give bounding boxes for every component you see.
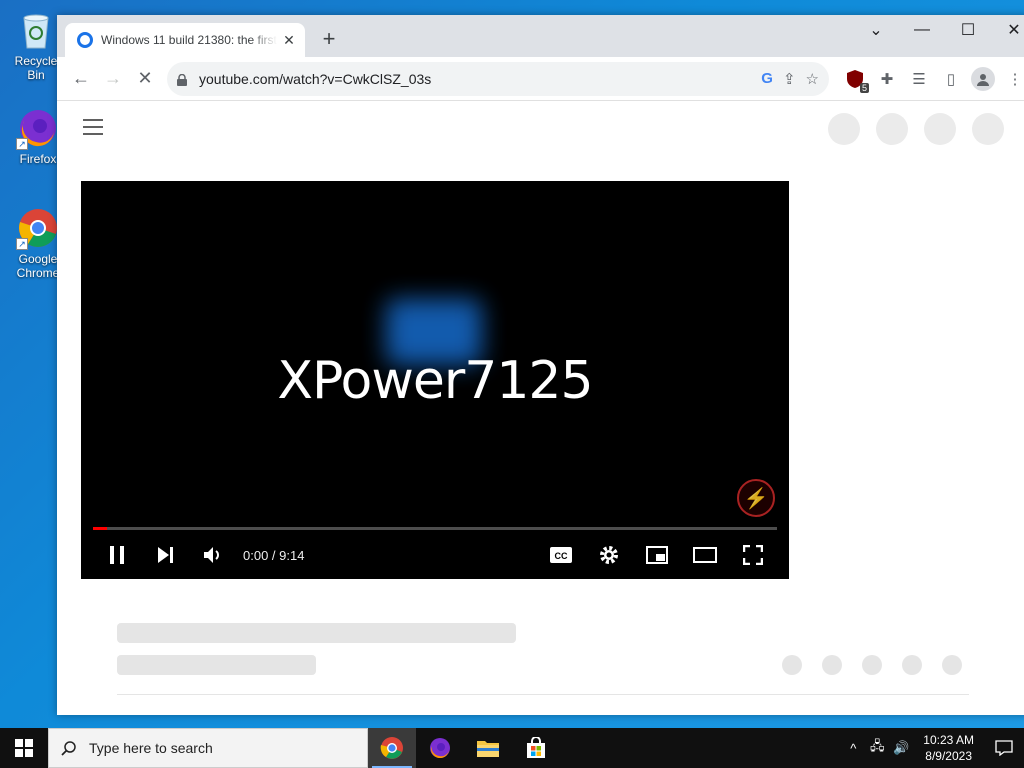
action-skeleton-dot bbox=[782, 655, 802, 675]
header-skeleton-circle bbox=[828, 113, 860, 145]
side-panel-icon[interactable]: ▯ bbox=[939, 67, 963, 91]
header-skeleton-circle bbox=[876, 113, 908, 145]
theater-mode-button[interactable] bbox=[681, 537, 729, 573]
new-tab-button[interactable]: + bbox=[317, 27, 341, 51]
maximize-button[interactable]: ☐ bbox=[945, 15, 991, 45]
stop-loading-button[interactable]: ✕ bbox=[129, 63, 161, 95]
back-button[interactable]: ← bbox=[65, 63, 97, 95]
system-tray: ^ 🖧 🔊 10:23 AM 8/9/2023 bbox=[841, 728, 1024, 768]
miniplayer-icon bbox=[646, 546, 668, 564]
pause-icon bbox=[110, 546, 124, 564]
taskbar-firefox[interactable] bbox=[416, 728, 464, 768]
minimize-button[interactable]: — bbox=[899, 15, 945, 45]
share-icon[interactable]: ⇪ bbox=[783, 70, 796, 88]
windows-logo-icon bbox=[15, 739, 33, 757]
tab-close-icon[interactable]: ✕ bbox=[281, 32, 297, 49]
action-skeleton-dot bbox=[942, 655, 962, 675]
lock-icon bbox=[177, 73, 187, 86]
chrome-icon bbox=[380, 737, 403, 759]
closed-captions-icon: CC bbox=[550, 547, 572, 563]
fullscreen-icon bbox=[743, 545, 763, 565]
clock-date: 8/9/2023 bbox=[925, 749, 972, 763]
extension-badge: 5 bbox=[859, 82, 869, 93]
profile-avatar-icon[interactable] bbox=[971, 66, 995, 91]
shortcut-arrow-icon: ↗ bbox=[16, 238, 28, 250]
player-controls: 0:00 / 9:14 CC bbox=[81, 537, 789, 573]
close-window-button[interactable]: ✕ bbox=[991, 15, 1024, 45]
action-skeleton-dot bbox=[862, 655, 882, 675]
header-skeleton-circle bbox=[972, 113, 1004, 145]
url-text[interactable]: youtube.com/watch?v=CwkClSZ_03s bbox=[199, 71, 761, 87]
address-bar[interactable]: youtube.com/watch?v=CwkClSZ_03s G ⇪ ☆ bbox=[167, 61, 829, 96]
video-overlay-text: XPower7125 bbox=[277, 351, 593, 411]
youtube-page: XPower7125 ⚡ 0:00 / 9:14 CC bbox=[57, 101, 1024, 715]
taskbar: Type here to search ^ 🖧 🔊 10:23 AM 8/9/2… bbox=[0, 728, 1024, 768]
shortcut-arrow-icon: ↗ bbox=[16, 138, 28, 150]
miniplayer-button[interactable] bbox=[633, 537, 681, 573]
clock-time: 10:23 AM bbox=[923, 733, 974, 747]
hamburger-menu-icon[interactable] bbox=[83, 119, 103, 140]
store-bag-icon bbox=[527, 737, 545, 758]
taskbar-search-box[interactable]: Type here to search bbox=[48, 728, 368, 768]
ublock-extension-icon[interactable]: 5 bbox=[843, 67, 869, 93]
settings-button[interactable] bbox=[585, 537, 633, 573]
action-skeleton-dot bbox=[902, 655, 922, 675]
tab-youtube[interactable]: Windows 11 build 21380: the first ✕ bbox=[65, 23, 305, 57]
volume-button[interactable] bbox=[189, 537, 237, 573]
svg-text:CC: CC bbox=[555, 551, 568, 561]
notification-icon bbox=[995, 740, 1013, 756]
taskbar-file-explorer[interactable] bbox=[464, 728, 512, 768]
channel-watermark-icon[interactable]: ⚡ bbox=[737, 479, 775, 517]
chrome-menu-icon[interactable]: ⋮ bbox=[1003, 67, 1024, 91]
progress-fill bbox=[93, 527, 107, 530]
volume-icon[interactable]: 🔊 bbox=[889, 740, 913, 756]
volume-icon bbox=[204, 547, 219, 563]
reading-list-icon[interactable]: ☰ bbox=[907, 67, 931, 91]
tab-title: Windows 11 build 21380: the first bbox=[101, 33, 277, 47]
title-skeleton bbox=[117, 623, 516, 643]
time-display: 0:00 / 9:14 bbox=[243, 547, 305, 563]
show-hidden-icons-chevron-icon[interactable]: ^ bbox=[841, 741, 865, 756]
taskbar-microsoft-store[interactable] bbox=[512, 728, 560, 768]
tab-strip: Windows 11 build 21380: the first ✕ + ⌄ … bbox=[57, 15, 1024, 57]
subtitle-skeleton bbox=[117, 655, 316, 675]
video-player[interactable]: XPower7125 ⚡ 0:00 / 9:14 CC bbox=[81, 181, 789, 579]
subtitles-button[interactable]: CC bbox=[537, 537, 585, 573]
theater-mode-icon bbox=[693, 547, 717, 563]
skip-next-icon bbox=[158, 547, 173, 563]
chrome-icon: ↗ bbox=[16, 206, 60, 250]
extensions-puzzle-icon[interactable]: ✚ bbox=[875, 67, 899, 91]
tab-search-button[interactable]: ⌄ bbox=[853, 15, 899, 45]
header-skeleton-circle bbox=[924, 113, 956, 145]
taskbar-clock[interactable]: 10:23 AM 8/9/2023 bbox=[913, 732, 984, 764]
window-controls: ⌄ — ☐ ✕ bbox=[853, 15, 1024, 45]
firefox-icon bbox=[430, 738, 450, 759]
network-icon[interactable]: 🖧 bbox=[865, 737, 889, 759]
bookmark-star-icon[interactable]: ☆ bbox=[806, 70, 819, 88]
folder-icon bbox=[477, 741, 499, 757]
recycle-bin-icon bbox=[14, 8, 58, 52]
search-placeholder: Type here to search bbox=[89, 740, 213, 756]
google-lens-icon[interactable]: G bbox=[761, 70, 773, 88]
content-divider bbox=[117, 694, 969, 695]
notification-center-button[interactable] bbox=[984, 740, 1024, 756]
taskbar-chrome[interactable] bbox=[368, 728, 416, 768]
action-skeleton-dot bbox=[822, 655, 842, 675]
browser-toolbar: ← → ✕ youtube.com/watch?v=CwkClSZ_03s G … bbox=[57, 57, 1024, 101]
firefox-icon: ↗ bbox=[16, 106, 60, 150]
next-button[interactable] bbox=[141, 537, 189, 573]
pause-button[interactable] bbox=[93, 537, 141, 573]
start-button[interactable] bbox=[0, 728, 48, 768]
forward-button[interactable]: → bbox=[97, 63, 129, 95]
fullscreen-button[interactable] bbox=[729, 537, 777, 573]
progress-bar[interactable] bbox=[93, 527, 777, 530]
browser-window: Windows 11 build 21380: the first ✕ + ⌄ … bbox=[57, 15, 1024, 715]
loading-favicon-icon bbox=[77, 32, 93, 48]
search-icon bbox=[61, 741, 76, 756]
gear-icon bbox=[600, 546, 618, 564]
